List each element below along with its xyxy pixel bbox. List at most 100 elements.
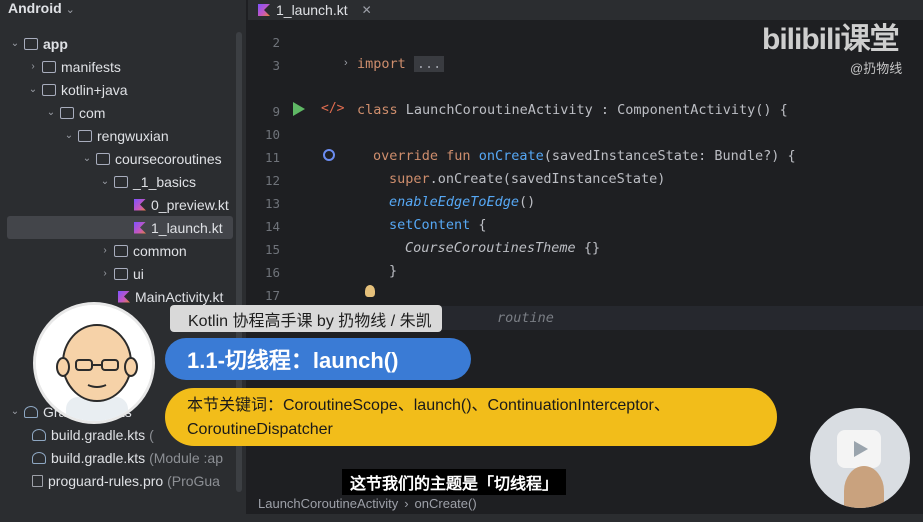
tree-item-manifests[interactable]: › manifests — [0, 55, 240, 78]
editor-tab-1-launch[interactable]: 1_launch.kt ✕ — [258, 0, 372, 20]
breadcrumb: LaunchCoroutineActivity › onCreate() — [248, 492, 923, 514]
tree-item-1-basics[interactable]: ⌄ _1_basics — [0, 170, 240, 193]
tree-item-label: 1_launch.kt — [151, 219, 223, 236]
presenter-camera — [810, 408, 910, 508]
chevron-right-icon[interactable]: › — [98, 245, 112, 256]
lambda-body: {} — [575, 240, 601, 256]
course-banner: Kotlin 协程高手课 by 扔物线 / 朱凯 — [170, 305, 442, 332]
keyword: override fun — [373, 148, 471, 164]
chevron-down-icon[interactable]: ⌄ — [44, 107, 58, 118]
author-handle: @扔物线 — [850, 61, 903, 76]
bilibili-watermark: bilibili课堂 @扔物线 — [762, 14, 922, 76]
keyword: class — [357, 102, 398, 118]
project-view-label: Android — [8, 0, 62, 16]
override-icon[interactable] — [323, 149, 335, 161]
line-number: 17 — [264, 288, 280, 303]
line-number: 15 — [264, 242, 280, 257]
gradle-icon — [32, 451, 46, 464]
tree-item-label: rengwuxian — [97, 127, 169, 144]
file-icon — [32, 474, 43, 487]
package-icon — [78, 129, 92, 142]
kotlin-file-icon — [258, 4, 270, 16]
chevron-right-icon[interactable]: › — [344, 57, 348, 69]
package-icon — [60, 106, 74, 119]
breadcrumb-item[interactable]: onCreate() — [415, 496, 477, 511]
line-number: 13 — [264, 196, 280, 211]
tree-item-coursecoroutines[interactable]: ⌄ coursecoroutines — [0, 147, 240, 170]
code-line-12[interactable]: super.onCreate(savedInstanceState) — [389, 171, 665, 187]
chevron-down-icon[interactable]: ⌄ — [26, 84, 40, 95]
tree-item-proguard-rules[interactable]: proguard-rules.pro (ProGua — [0, 469, 240, 492]
tree-item-label: 0_preview.kt — [151, 196, 229, 213]
method-call: .onCreate(savedInstanceState) — [429, 171, 666, 187]
line-number: 12 — [264, 173, 280, 188]
chevron-down-icon[interactable]: ⌄ — [80, 153, 94, 164]
code-line-15[interactable]: CourseCoroutinesTheme {} — [405, 240, 600, 256]
code-line-9[interactable]: class LaunchCoroutineActivity : Componen… — [357, 102, 788, 118]
tree-item-label: manifests — [61, 58, 121, 75]
play-icon — [837, 430, 881, 468]
function-params: (savedInstanceState: Bundle?) { — [543, 148, 796, 164]
module-folder-icon — [24, 37, 38, 50]
tree-item-app[interactable]: ⌄ app — [0, 32, 240, 55]
brand-logo: bilibili课堂 — [762, 23, 900, 56]
chevron-down-icon[interactable]: ⌄ — [98, 176, 112, 187]
folder-icon — [42, 60, 56, 73]
line-number: 14 — [264, 219, 280, 234]
breadcrumb-item[interactable]: LaunchCoroutineActivity — [258, 496, 398, 511]
line-number: 11 — [264, 150, 280, 165]
line-number: 10 — [264, 127, 280, 142]
tree-item-label: app — [43, 35, 68, 52]
activity-icon[interactable]: </> — [321, 101, 344, 116]
tree-item-common[interactable]: › common — [0, 239, 240, 262]
gradle-icon — [32, 428, 46, 441]
tree-item-com[interactable]: ⌄ com — [0, 101, 240, 124]
code-line-11[interactable]: override fun onCreate(savedInstanceState… — [373, 148, 796, 164]
chevron-down-icon[interactable]: ⌄ — [62, 130, 76, 141]
package-icon — [96, 152, 110, 165]
course-title: Kotlin 协程高手课 by 扔物线 / 朱凯 — [188, 312, 432, 330]
tab-label: 1_launch.kt — [276, 2, 348, 18]
tree-item-rengwuxian[interactable]: ⌄ rengwuxian — [0, 124, 240, 147]
kotlin-file-icon — [134, 221, 146, 234]
function-name: onCreate — [478, 148, 544, 164]
tree-item-label: MainActivity.kt — [135, 288, 224, 305]
class-declaration: LaunchCoroutineActivity : ComponentActiv… — [405, 102, 788, 118]
close-icon[interactable]: ✕ — [362, 3, 372, 17]
tree-item-kotlin-java[interactable]: ⌄ kotlin+java — [0, 78, 240, 101]
code-line-16[interactable]: } — [389, 263, 397, 279]
project-view-selector[interactable]: Android ⌄ — [8, 0, 75, 18]
tree-item-label: common — [133, 242, 187, 259]
tree-item-0-preview[interactable]: 0_preview.kt — [0, 193, 240, 216]
chevron-down-icon[interactable]: ⌄ — [8, 406, 22, 417]
presenter-figure — [844, 466, 884, 508]
code-line-14[interactable]: setContent { — [389, 217, 487, 233]
tree-item-ui[interactable]: › ui — [0, 262, 240, 285]
tree-item-label: ui — [133, 265, 144, 282]
tree-item-label: _1_basics — [133, 173, 197, 190]
tree-item-label: coursecoroutines — [115, 150, 222, 167]
run-icon[interactable] — [293, 102, 305, 116]
folded-imports[interactable]: ... — [413, 56, 445, 72]
chevron-right-icon[interactable]: › — [26, 61, 40, 72]
chevron-right-icon: › — [404, 495, 409, 511]
tree-item-1-launch[interactable]: 1_launch.kt — [7, 216, 233, 239]
keyword: super — [389, 171, 430, 187]
keywords-box: 本节关键词：CoroutineScope、launch()、Continuati… — [165, 388, 777, 446]
cartoon-avatar — [33, 302, 155, 424]
tree-item-label: build.gradle.kts — [51, 449, 146, 466]
lightbulb-icon[interactable] — [365, 285, 375, 297]
line-number: 9 — [272, 104, 280, 119]
chevron-right-icon[interactable]: › — [98, 268, 112, 279]
line-number: 3 — [272, 58, 280, 73]
chevron-down-icon[interactable]: ⌄ — [8, 38, 22, 49]
code-line-13[interactable]: enableEdgeToEdge() — [389, 194, 535, 210]
package-icon — [114, 175, 128, 188]
tree-item-hint: (ProGua — [167, 472, 220, 489]
tree-item-label: build.gradle.kts — [51, 426, 146, 443]
tree-item-hint: ( — [149, 426, 154, 443]
function-call: enableEdgeToEdge — [389, 194, 520, 210]
code-line-18-partial[interactable]: routine — [497, 310, 554, 326]
code-line-3[interactable]: import ... — [357, 56, 445, 72]
tree-item-build-gradle-module[interactable]: build.gradle.kts (Module :ap — [0, 446, 240, 469]
